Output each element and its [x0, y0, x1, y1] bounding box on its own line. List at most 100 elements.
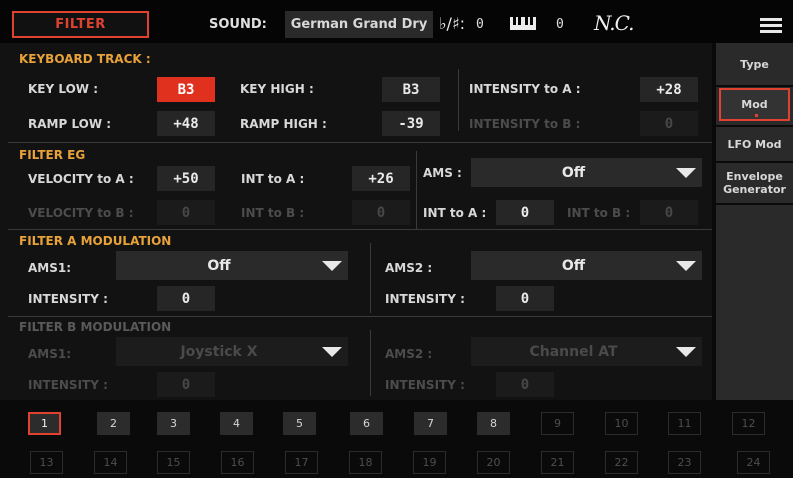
divider [370, 243, 371, 313]
key-low-field[interactable]: B3 [157, 77, 215, 102]
intensity-a-label: INTENSITY to A : [469, 82, 581, 96]
transpose-value: 0 [476, 17, 484, 32]
filter-panel: KEYBOARD TRACK : KEY LOW : B3 KEY HIGH :… [0, 43, 712, 400]
element-button-11[interactable]: 11 [668, 412, 701, 435]
ramp-low-field[interactable]: +48 [157, 111, 215, 136]
chevron-down-icon [322, 260, 342, 271]
intensity-a-field[interactable]: +28 [640, 77, 698, 102]
a-intensity1-field[interactable]: 0 [157, 286, 215, 311]
b-ams1-dropdown[interactable]: Joystick X [116, 337, 348, 366]
key-low-label: KEY LOW : [28, 82, 98, 96]
divider [416, 151, 417, 229]
a-ams2-dropdown[interactable]: Off [471, 251, 702, 280]
element-button-19[interactable]: 19 [413, 451, 446, 474]
filter-mode-tab[interactable]: FILTER [12, 11, 149, 38]
keyboard-track-title: KEYBOARD TRACK : [19, 52, 151, 66]
element-selector: 1 2 3 4 5 6 7 8 9 10 11 12 13 14 15 16 1… [0, 400, 793, 478]
divider [716, 85, 793, 87]
sound-name-field[interactable]: German Grand Dry [285, 11, 433, 38]
a-ams2-label: AMS2 : [385, 261, 433, 275]
octave-value: 0 [556, 17, 564, 32]
filter-b-modulation-title: FILTER B MODULATION [19, 320, 172, 334]
tab-mod[interactable]: Mod [719, 88, 790, 121]
int-a-field[interactable]: +26 [352, 166, 410, 191]
int-b-label: INT to B : [241, 206, 305, 220]
element-button-12[interactable]: 12 [732, 412, 765, 435]
velocity-a-field[interactable]: +50 [157, 166, 215, 191]
b-ams2-dropdown[interactable]: Channel AT [471, 337, 702, 366]
element-button-23[interactable]: 23 [668, 451, 701, 474]
ams-int-a-label: INT to A : [423, 206, 487, 220]
element-button-7[interactable]: 7 [414, 412, 447, 435]
section-divider [8, 142, 712, 143]
element-button-6[interactable]: 6 [350, 412, 383, 435]
b-intensity1-field[interactable]: 0 [157, 372, 215, 397]
top-bar: FILTER SOUND: German Grand Dry ♭/♯: 0 0 … [0, 0, 793, 43]
flat-sharp-icon: ♭/♯: [439, 14, 466, 33]
filter-a-modulation-title: FILTER A MODULATION [19, 234, 172, 248]
ams-dropdown-value: Off [561, 164, 586, 181]
side-tab-bar: Type Mod LFO Mod Envelope Generator [716, 43, 793, 400]
ams-label: AMS : [423, 166, 462, 180]
element-button-8[interactable]: 8 [477, 412, 510, 435]
tab-envelope-generator[interactable]: Envelope Generator [719, 163, 790, 203]
ams-int-a-field[interactable]: 0 [496, 200, 554, 225]
ams-int-b-label: INT to B : [567, 206, 631, 220]
element-button-20[interactable]: 20 [477, 451, 510, 474]
keyboard-icon [510, 17, 536, 30]
element-button-9[interactable]: 9 [541, 412, 574, 435]
element-button-10[interactable]: 10 [605, 412, 638, 435]
ramp-high-label: RAMP HIGH : [240, 117, 327, 131]
active-indicator [755, 114, 758, 117]
b-ams2-label: AMS2 : [385, 347, 433, 361]
element-button-16[interactable]: 16 [221, 451, 254, 474]
ams-int-b-field[interactable]: 0 [640, 200, 698, 225]
element-button-2[interactable]: 2 [97, 412, 130, 435]
element-button-4[interactable]: 4 [220, 412, 253, 435]
element-button-1[interactable]: 1 [28, 412, 61, 435]
element-button-21[interactable]: 21 [541, 451, 574, 474]
b-ams2-dropdown-value: Channel AT [529, 343, 618, 360]
element-button-5[interactable]: 5 [283, 412, 316, 435]
intensity-b-label: INTENSITY to B : [469, 117, 581, 131]
a-ams1-label: AMS1: [28, 261, 72, 275]
element-button-13[interactable]: 13 [30, 451, 63, 474]
element-button-22[interactable]: 22 [605, 451, 638, 474]
b-intensity2-label: INTENSITY : [385, 378, 465, 392]
section-divider [8, 229, 712, 230]
b-intensity1-label: INTENSITY : [28, 378, 108, 392]
chevron-down-icon [676, 346, 696, 357]
element-button-3[interactable]: 3 [157, 412, 190, 435]
chevron-down-icon [676, 260, 696, 271]
tab-lfo-mod[interactable]: LFO Mod [719, 127, 790, 161]
ramp-high-field[interactable]: -39 [382, 111, 440, 136]
b-ams1-label: AMS1: [28, 347, 72, 361]
element-button-15[interactable]: 15 [157, 451, 190, 474]
a-ams1-dropdown[interactable]: Off [116, 251, 348, 280]
divider [458, 69, 459, 131]
a-intensity2-field[interactable]: 0 [496, 286, 554, 311]
b-intensity2-field[interactable]: 0 [496, 372, 554, 397]
int-b-field[interactable]: 0 [352, 200, 410, 225]
a-intensity1-label: INTENSITY : [28, 292, 108, 306]
divider [716, 203, 793, 205]
velocity-b-field[interactable]: 0 [157, 200, 215, 225]
intensity-b-field[interactable]: 0 [640, 111, 698, 136]
hamburger-menu-icon[interactable] [760, 18, 782, 34]
element-button-24[interactable]: 24 [737, 451, 770, 474]
a-ams1-dropdown-value: Off [207, 257, 231, 274]
divider [370, 330, 371, 396]
tab-type[interactable]: Type [719, 43, 790, 85]
b-ams1-dropdown-value: Joystick X [180, 343, 258, 360]
element-button-18[interactable]: 18 [349, 451, 382, 474]
velocity-b-label: VELOCITY to B : [28, 206, 134, 220]
filter-eg-title: FILTER EG [19, 148, 86, 162]
chevron-down-icon [322, 346, 342, 357]
ams-dropdown[interactable]: Off [471, 158, 702, 187]
sound-label: SOUND: [209, 17, 267, 32]
ramp-low-label: RAMP LOW : [28, 117, 112, 131]
key-high-field[interactable]: B3 [382, 77, 440, 102]
tab-mod-label: Mod [741, 98, 768, 111]
element-button-14[interactable]: 14 [94, 451, 127, 474]
element-button-17[interactable]: 17 [285, 451, 318, 474]
